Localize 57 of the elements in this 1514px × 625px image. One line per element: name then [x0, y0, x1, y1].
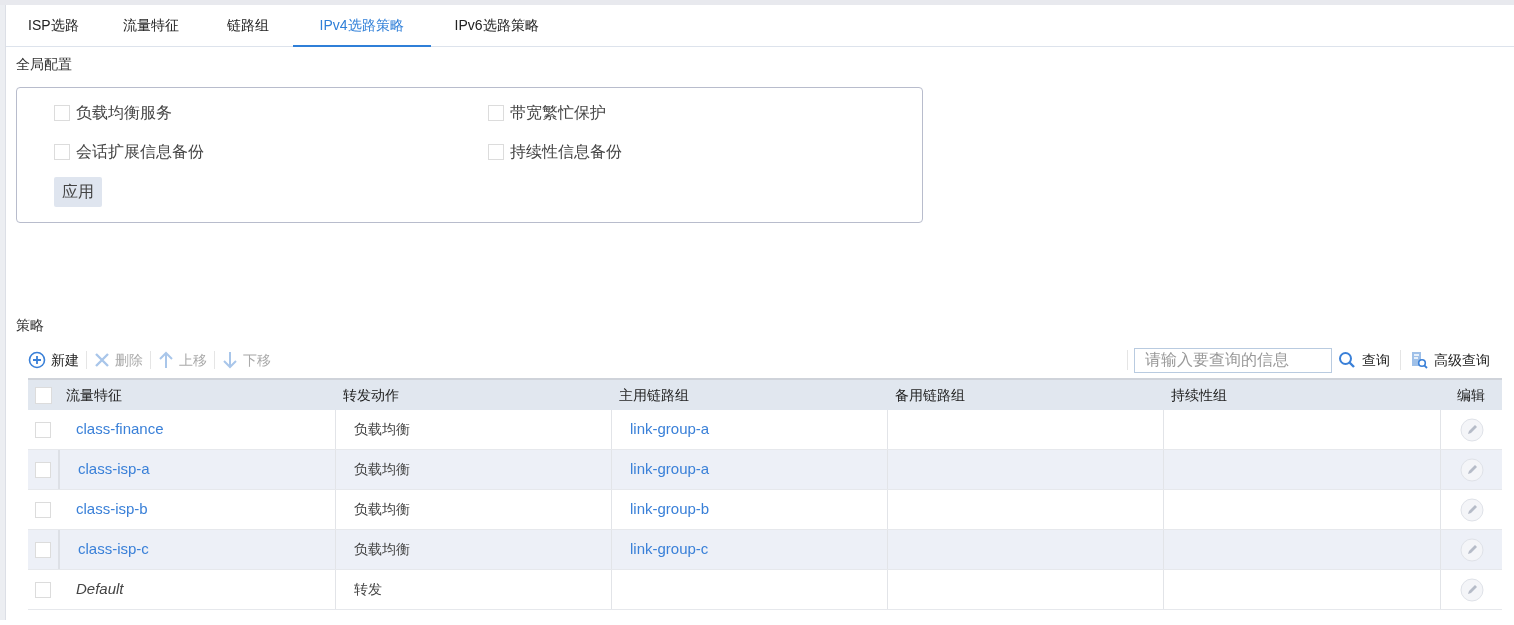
plus-circle-icon	[28, 351, 46, 369]
checkbox[interactable]	[34, 386, 52, 404]
checkbox[interactable]	[54, 144, 70, 160]
link[interactable]: class-isp-c	[78, 538, 149, 561]
option-label: 负载均衡服务	[76, 103, 172, 123]
column-header[interactable]: 持续性组	[1171, 386, 1227, 403]
arrow-up-icon	[158, 351, 174, 369]
advanced-search-button[interactable]: 高级查询	[1411, 349, 1490, 371]
checkbox[interactable]	[54, 105, 70, 121]
checkbox[interactable]	[35, 581, 51, 598]
edit-icon[interactable]	[1459, 497, 1484, 522]
search-field[interactable]: 请输入要查询的信息	[1134, 347, 1332, 373]
checkbox[interactable]	[35, 421, 51, 438]
edit-icon[interactable]	[1459, 417, 1484, 442]
link[interactable]: class-isp-a	[78, 458, 150, 481]
checkbox[interactable]	[35, 541, 51, 558]
search-button[interactable]: 查询	[1338, 349, 1390, 371]
table-cell-text: 转发	[354, 580, 382, 599]
tab[interactable]: IPv6选路策略	[430, 5, 563, 47]
link[interactable]: link-group-b	[630, 498, 710, 521]
edit-icon[interactable]	[1459, 537, 1484, 562]
document-search-icon	[1411, 351, 1428, 369]
toolbar-button[interactable]: 新建	[28, 349, 79, 371]
section-title: 策略	[16, 316, 45, 335]
tab[interactable]: ISP选路	[8, 5, 99, 47]
column-header[interactable]: 备用链路组	[895, 386, 965, 403]
tab[interactable]: 链路组	[202, 5, 293, 47]
checkbox[interactable]	[35, 501, 51, 518]
search-icon	[1338, 351, 1356, 369]
tab[interactable]: 流量特征	[98, 5, 203, 47]
x-icon	[94, 352, 110, 368]
table-cell-text: Default	[76, 579, 124, 600]
column-header[interactable]: 主用链路组	[619, 386, 689, 403]
link[interactable]: class-isp-b	[76, 498, 148, 521]
checkbox[interactable]	[35, 461, 51, 478]
option-label: 会话扩展信息备份	[76, 142, 204, 162]
column-header[interactable]: 编辑	[1457, 386, 1485, 403]
link[interactable]: class-finance	[76, 418, 164, 441]
table-cell-text: 负载均衡	[354, 460, 410, 479]
column-header[interactable]: 流量特征	[66, 386, 122, 403]
link[interactable]: link-group-a	[630, 418, 710, 441]
edit-icon[interactable]	[1459, 457, 1484, 482]
table-cell-text: 负载均衡	[354, 540, 410, 559]
option-label: 带宽繁忙保护	[510, 103, 606, 123]
checkbox[interactable]	[488, 144, 504, 160]
arrow-down-icon	[222, 351, 238, 369]
option-label: 持续性信息备份	[510, 142, 622, 162]
section-title: 全局配置	[16, 55, 73, 74]
edit-icon[interactable]	[1459, 577, 1484, 602]
table-cell-text: 负载均衡	[354, 420, 410, 439]
link[interactable]: link-group-a	[630, 458, 710, 481]
column-header[interactable]: 转发动作	[343, 386, 399, 403]
tab[interactable]: IPv4选路策略	[292, 5, 431, 47]
table-cell-text: 负载均衡	[354, 500, 410, 519]
checkbox[interactable]	[488, 105, 504, 121]
link[interactable]: link-group-c	[630, 538, 709, 561]
apply-button[interactable]: 应用	[54, 177, 102, 207]
